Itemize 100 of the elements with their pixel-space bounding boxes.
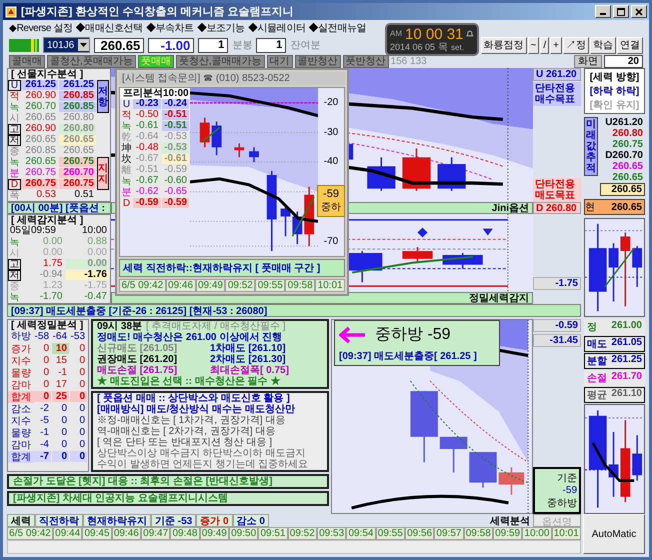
- row-label: 녹: [8, 157, 20, 168]
- future-value: 260.65: [600, 183, 645, 196]
- row-label: 저: [8, 135, 21, 146]
- menu-item[interactable]: ◆실전매뉴얼: [308, 20, 366, 34]
- time-label: 09:52: [225, 279, 256, 292]
- menu-item[interactable]: ◆시뮬레이터: [248, 20, 306, 34]
- time-label: 09:59: [492, 527, 522, 540]
- row-label: 녹: [8, 237, 20, 248]
- row-label: 坎: [120, 154, 132, 165]
- row-label: 시: [8, 113, 20, 124]
- value-cell: -0.59: [133, 198, 160, 208]
- time-label: 09:47: [141, 527, 170, 540]
- value-cell-text: 0: [78, 379, 86, 390]
- tool-button[interactable]: +: [550, 36, 562, 54]
- tool-button[interactable]: ~: [528, 36, 540, 54]
- time-label: 09:53: [316, 527, 346, 540]
- remain-label: 잔여분: [290, 39, 320, 52]
- maximize-button[interactable]: [613, 5, 629, 18]
- axis-tick: -30: [324, 126, 338, 138]
- option-name-label: 옵션명: [533, 514, 581, 527]
- tool-button[interactable]: ↗정: [563, 36, 589, 54]
- row-label: 坤: [120, 143, 132, 154]
- value-cell-text: -0.94: [38, 270, 64, 280]
- value-cell-text: 260.85: [24, 146, 57, 156]
- header-cell-text: -53: [70, 331, 86, 342]
- close-icon: [635, 8, 643, 16]
- clock-set: set.: [451, 44, 464, 52]
- change-field: -1.00: [148, 38, 194, 52]
- notice-text: [파생지존] 차세대 인공지능 요술램프지니시스템: [13, 493, 229, 504]
- bar-minutes-field[interactable]: 1: [198, 38, 228, 52]
- time-label: 09:56: [404, 527, 434, 540]
- order-label: 분할: [587, 355, 607, 368]
- value-cell: 0: [70, 391, 87, 402]
- value-cell: 260.80: [59, 124, 96, 134]
- future-value-tag: 미래값추적: [584, 117, 598, 176]
- time-label: 09:50: [228, 527, 258, 540]
- value-cell: 25: [52, 391, 69, 402]
- order-label: 매도: [587, 338, 607, 351]
- signal-tag: 풋매매: [138, 55, 174, 68]
- row-label: 물량: [10, 367, 32, 379]
- value-cell-text: 260.65: [62, 146, 95, 156]
- tool-button[interactable]: 학습: [590, 36, 616, 54]
- value-cell-text: 0: [60, 403, 68, 414]
- menu-item[interactable]: ◆매매신호선택: [76, 20, 143, 34]
- row-label: 지수: [10, 355, 32, 367]
- status-item: 증가 0: [196, 514, 233, 527]
- value-cell-text: 260.65: [24, 135, 57, 145]
- menu-item[interactable]: ◆Reverse 설정: [9, 20, 73, 34]
- value-cell-text: -1: [39, 427, 50, 438]
- row-label: 乾: [120, 132, 132, 143]
- candle: [304, 186, 314, 246]
- order-value: 261.05: [611, 337, 642, 350]
- row-label: 시: [8, 248, 20, 259]
- price-level: 1차매도 [261.10]: [210, 343, 287, 354]
- axis-tick: -70: [324, 236, 338, 247]
- value-cell: -0.59: [162, 198, 189, 208]
- order-value: 261.25: [611, 354, 642, 367]
- tool-button[interactable]: 화룡점정: [480, 36, 527, 54]
- screen-label: 화면: [574, 55, 602, 68]
- candle: [367, 157, 396, 191]
- future-value: 260.65: [611, 161, 644, 172]
- value-cell: 260.75: [59, 157, 96, 167]
- advice-lead: 정매도! 매수청산은 261.00 이상에서 진행: [97, 332, 284, 343]
- value-cell-text: 260.65: [24, 113, 57, 123]
- value-cell: 260.75: [59, 179, 96, 189]
- time-label: 09:58: [464, 527, 493, 540]
- candle: [200, 118, 210, 148]
- value-cell: -0.53: [162, 143, 189, 153]
- close-button[interactable]: [631, 5, 647, 18]
- value-cell: 0: [70, 451, 87, 462]
- menu-item[interactable]: ◆보조기능: [196, 20, 245, 34]
- status-item: 기준 -53: [151, 514, 196, 527]
- advice-note: [ 추격매도자제 / 매수청산필수 ]: [146, 321, 286, 332]
- row-label: 녹: [120, 121, 132, 132]
- value-cell: 260.65: [59, 135, 96, 145]
- code-select[interactable]: 101J6: [43, 37, 90, 53]
- tool-button[interactable]: 연결: [617, 36, 643, 54]
- tool-button[interactable]: /: [540, 36, 550, 54]
- value-cell: 260.75: [21, 179, 58, 189]
- row-label: 감마: [10, 379, 32, 391]
- time-label: 09:57: [434, 527, 464, 540]
- value-cell-text: -0.59: [163, 165, 188, 175]
- candle: [402, 247, 433, 263]
- value-cell-text: 0.53: [36, 190, 57, 200]
- minimize-button[interactable]: [595, 5, 611, 18]
- zone-tag: 저항: [97, 80, 109, 113]
- menu-item[interactable]: ◆부속차트: [146, 20, 194, 34]
- remain-field[interactable]: 1: [256, 38, 286, 52]
- row-label: 합계: [8, 451, 34, 463]
- screen-field[interactable]: 20: [604, 55, 643, 68]
- time-label: 09:44: [53, 527, 82, 540]
- automatic-button[interactable]: AutoMatic: [583, 514, 645, 554]
- value-cell: -7: [34, 451, 51, 462]
- advice-time: 09시 38분: [97, 321, 142, 332]
- horizontal-scrollbar[interactable]: [7, 540, 581, 554]
- value-cell-text: 0.00: [42, 248, 64, 258]
- caret-icon: [80, 42, 88, 48]
- time-label: 09:55: [255, 279, 286, 292]
- current-value: 260.65: [611, 202, 643, 212]
- price-level: 매도손절 [261.75]: [97, 365, 178, 376]
